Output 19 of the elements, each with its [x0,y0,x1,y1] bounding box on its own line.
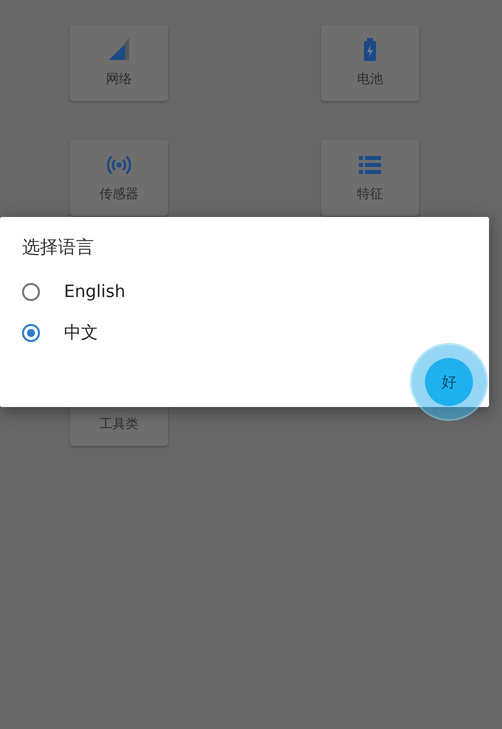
grid-card[interactable]: 电池 [321,25,419,101]
grid-card[interactable]: 特征 [321,140,419,216]
radio-button[interactable] [22,282,40,300]
signal-icon [107,38,131,62]
dialog-title: 选择语言 [22,236,95,259]
language-option[interactable]: 中文 [22,312,467,353]
card-label: 传感器 [100,186,138,203]
list-icon [358,153,382,177]
card-label: 网络 [106,71,132,88]
card-label: 工具类 [100,416,138,433]
radio-button[interactable] [22,324,40,342]
grid-card[interactable]: 网络 [70,25,168,101]
language-option[interactable]: English [22,271,467,312]
card-label: 特征 [357,186,383,203]
option-label: English [64,282,126,302]
card-label: 电池 [357,71,383,88]
option-label: 中文 [64,322,98,344]
grid-card[interactable]: 传感器 [70,140,168,216]
broadcast-icon [107,153,131,177]
